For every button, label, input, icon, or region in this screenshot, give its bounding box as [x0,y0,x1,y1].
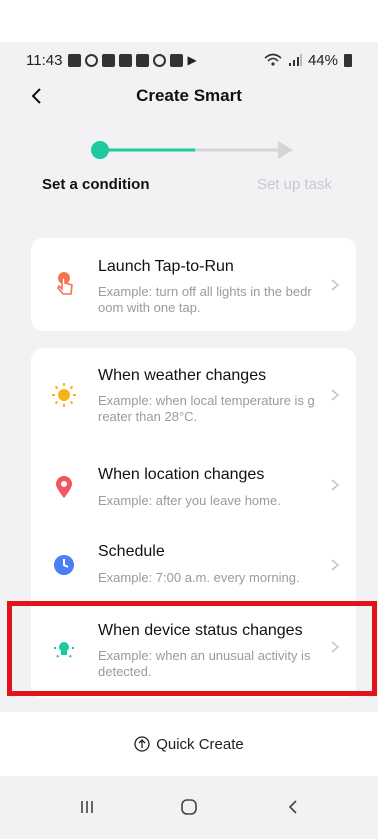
sun-icon [52,383,76,407]
device-status-icon [54,642,74,658]
video-notification-icon [170,53,184,67]
chevron-right-icon [331,279,340,291]
wifi-icon [264,53,282,66]
list-item-location[interactable]: When location changes Example: after you… [31,438,356,528]
home-icon [181,799,197,815]
cloud-notification-icon [153,53,167,67]
battery-percent: 44% [307,51,338,69]
quick-create-button[interactable]: Quick Create [0,712,378,776]
quick-create-label: Quick Create [156,735,244,753]
location-pin-icon [56,476,72,498]
hand-tap-icon [57,272,73,295]
page-title: Create Smart [136,86,242,105]
item-title: Launch Tap-to-Run [98,258,234,275]
chevron-right-icon [331,559,340,571]
system-back-button[interactable] [278,794,308,820]
step-labels: Set a condition Set up task [0,176,378,200]
item-title: Schedule [98,543,165,560]
signal-icon [288,54,302,66]
top-margin [0,0,378,42]
back-icon [288,800,297,814]
item-description: Example: after you leave home. [98,493,281,508]
recent-apps-button[interactable] [72,794,102,820]
home-button[interactable] [174,794,204,820]
clock-icon [54,555,74,575]
list-item-schedule[interactable]: Schedule Example: 7:00 a.m. every mornin… [31,528,356,608]
system-nav-bar [0,776,378,839]
status-time: 11:43 [26,51,63,69]
item-description: Example: when an unusual activity is det… [98,648,311,679]
recent-apps-icon [81,801,93,813]
mail-notification-icon [119,53,133,67]
item-description: Example: when local temperature is g rea… [98,393,315,424]
status-right: 44% [264,52,352,69]
app-notification-icon [68,53,82,67]
media-notification-icon [102,53,116,67]
play-notification-icon: ▶ [187,53,197,67]
item-description: Example: turn off all lights in the bedr… [98,284,312,315]
settings-notification-icon [85,53,99,67]
arrow-up-circle-icon [134,736,150,752]
notification-icons: ▶ [68,53,197,67]
chevron-right-icon [331,479,340,491]
gallery-notification-icon [136,53,150,67]
item-title: When device status changes [98,622,303,639]
list-item-device-status[interactable]: When device status changes Example: when… [31,608,356,698]
list-item-launch-tap-to-run[interactable]: Launch Tap-to-Run Example: turn off all … [31,238,356,331]
item-title: When location changes [98,466,265,483]
step-set-condition: Set a condition [42,176,150,193]
battery-icon [344,53,352,67]
status-bar: 11:43 ▶ 44% [0,42,378,78]
progress-arrow-icon [278,141,293,159]
chevron-right-icon [331,641,340,653]
progress-current-dot [91,141,109,159]
condition-card: When weather changes Example: when local… [31,348,356,698]
chevron-left-icon [31,88,41,104]
step-set-up-task: Set up task [256,176,332,193]
header: Create Smart [0,78,378,114]
list-item-weather[interactable]: When weather changes Example: when local… [31,348,356,438]
step-progress [91,141,293,159]
item-title: When weather changes [98,367,267,384]
tap-to-run-card: Launch Tap-to-Run Example: turn off all … [31,238,356,331]
chevron-right-icon [331,389,340,401]
screen: 11:43 ▶ 44% Create Smart Set a condition… [0,0,378,839]
back-button[interactable] [22,82,50,110]
item-description: Example: 7:00 a.m. every morning. [98,570,300,585]
